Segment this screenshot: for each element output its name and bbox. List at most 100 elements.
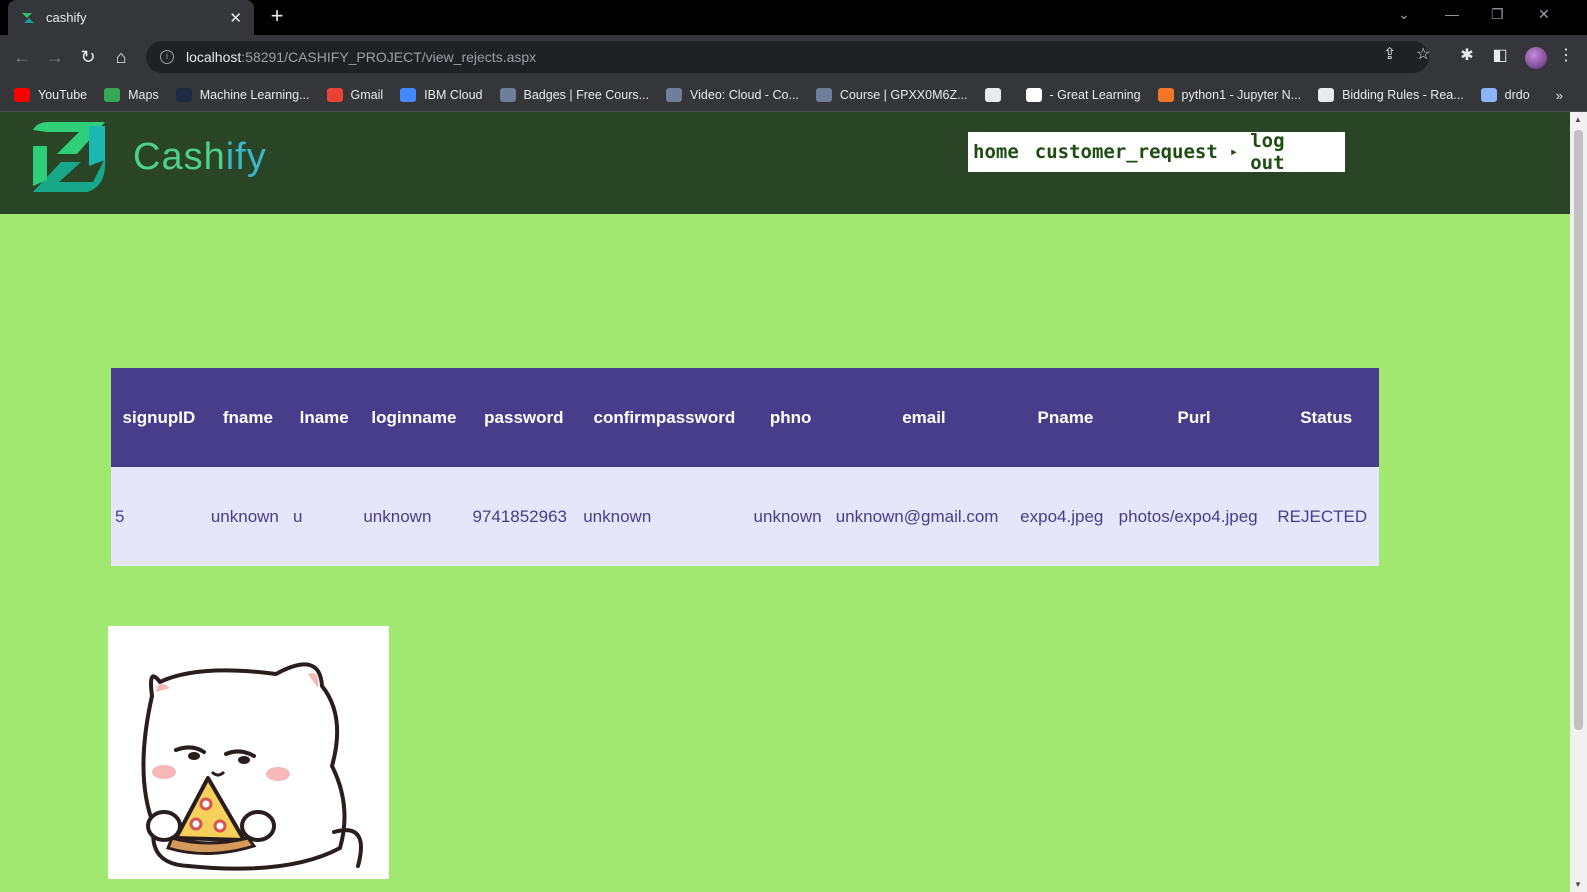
bookmark-item[interactable]: Video: Cloud - Co... xyxy=(666,88,799,102)
bookmark-item[interactable]: python1 - Jupyter N... xyxy=(1157,88,1302,102)
menu-customer-request-link[interactable]: customer_request xyxy=(1035,141,1218,163)
column-header: email xyxy=(831,368,1017,467)
table-cell: unknown xyxy=(749,467,832,566)
cashify-favicon-icon xyxy=(20,10,36,26)
page-viewport: Cashify home customer_request ▸ log out … xyxy=(0,112,1570,892)
back-icon[interactable]: ← xyxy=(10,45,34,69)
bookmark-item[interactable] xyxy=(984,88,1009,102)
column-header: Pname xyxy=(1016,368,1115,467)
brand-name: Cashify xyxy=(133,136,267,179)
scroll-up-icon[interactable]: ▲ xyxy=(1574,115,1582,124)
share-icon[interactable]: ⇪ xyxy=(1383,44,1396,64)
menu-logout-link[interactable]: log out xyxy=(1250,130,1329,174)
bookmark-item[interactable]: IBM Cloud xyxy=(400,88,483,102)
scroll-down-icon[interactable]: ▼ xyxy=(1574,880,1582,889)
bookmark-item[interactable]: YouTube xyxy=(14,88,87,102)
bookmark-favicon-icon xyxy=(175,88,192,102)
column-header: lname xyxy=(288,368,360,467)
bookmark-favicon-icon xyxy=(14,88,30,102)
bookmark-favicon-icon xyxy=(1480,88,1497,102)
bookmark-label: python1 - Jupyter N... xyxy=(1181,88,1302,102)
bookmark-label: Badges | Free Cours... xyxy=(523,88,650,102)
reload-icon[interactable]: ↻ xyxy=(76,45,100,69)
site-info-icon[interactable]: i xyxy=(160,50,174,64)
url-path: :58291/CASHIFY_PROJECT/view_rejects.aspx xyxy=(241,49,537,65)
bookmark-label: drdo xyxy=(1504,88,1530,102)
restore-icon[interactable]: ❐ xyxy=(1491,6,1504,23)
bookmark-item[interactable]: Course | GPXX0M6Z... xyxy=(815,88,968,102)
bookmark-item[interactable]: Machine Learning... xyxy=(175,88,310,102)
bookmark-item[interactable]: drdo xyxy=(1480,88,1530,102)
rejects-table: signupID fname lname loginname password confi… xyxy=(111,368,1379,566)
table-cell: 5 xyxy=(111,467,207,566)
menu-dots-icon[interactable]: ⋮ xyxy=(1555,45,1577,67)
top-menu: home customer_request ▸ log out xyxy=(968,130,1345,174)
column-header: phno xyxy=(749,368,832,467)
brand-part1: Cash xyxy=(133,136,226,178)
bookmarks-overflow-icon[interactable]: » xyxy=(1556,88,1563,103)
bookmark-favicon-icon xyxy=(984,88,1001,102)
close-window-icon[interactable]: ✕ xyxy=(1538,6,1550,23)
submenu-arrow-icon[interactable]: ▸ xyxy=(1230,144,1238,160)
profile-avatar[interactable] xyxy=(1525,47,1547,69)
bookmark-item[interactable]: - Great Learning xyxy=(1025,88,1141,102)
table-cell: REJECTED xyxy=(1273,467,1379,566)
minimize-icon[interactable]: — xyxy=(1445,6,1459,22)
browser-tab[interactable]: cashify ✕ xyxy=(8,0,254,35)
table-cell: expo4.jpeg xyxy=(1016,467,1115,566)
scrollbar-thumb[interactable] xyxy=(1574,130,1583,730)
table-cell: 9741852963 xyxy=(468,467,580,566)
close-tab-icon[interactable]: ✕ xyxy=(229,9,242,27)
extensions-icon[interactable]: ✱ xyxy=(1456,45,1478,67)
table-row: 5 unknown u unknown 9741852963 unknown unknown… xyxy=(111,467,1379,566)
site-header: Cashify home customer_request ▸ log out xyxy=(0,112,1570,214)
column-header: signupID xyxy=(111,368,207,467)
bookmark-favicon-icon xyxy=(499,88,516,102)
page-scrollbar[interactable]: ▲ ▼ xyxy=(1570,112,1587,892)
browser-tab-bar: cashify ✕ + ⌄ — ❐ ✕ xyxy=(0,0,1587,35)
bookmark-label: Course | GPXX0M6Z... xyxy=(839,88,968,102)
bookmark-label: Gmail xyxy=(350,88,384,102)
bookmark-label: Video: Cloud - Co... xyxy=(690,88,799,102)
column-header: confirmpassword xyxy=(579,368,750,467)
bookmark-favicon-icon xyxy=(815,88,832,102)
bookmark-item[interactable]: Bidding Rules - Rea... xyxy=(1318,88,1464,102)
table-cell: unknown xyxy=(359,467,469,566)
table-cell: u xyxy=(288,467,360,566)
bookmarks-bar: YouTube Maps Machine Learning... Gmail IBM C… xyxy=(0,79,1587,112)
bookmark-label: YouTube xyxy=(38,88,88,102)
table-header-row: signupID fname lname loginname password confi… xyxy=(111,368,1379,467)
brand-part2: ify xyxy=(225,136,267,178)
column-header: loginname xyxy=(359,368,469,467)
url-host: localhost xyxy=(186,49,242,65)
tab-title: cashify xyxy=(46,10,87,25)
bookmark-favicon-icon xyxy=(1157,88,1174,102)
tab-search-icon[interactable]: ⌄ xyxy=(1398,6,1410,23)
bookmark-label: Maps xyxy=(128,88,159,102)
bookmark-favicon-icon xyxy=(1318,88,1335,102)
bookmark-star-icon[interactable]: ☆ xyxy=(1416,44,1430,64)
table-cell: unknown xyxy=(579,467,750,566)
bookmark-favicon-icon xyxy=(104,88,121,102)
cashify-logo-icon xyxy=(27,120,111,196)
bookmark-favicon-icon xyxy=(1025,88,1042,102)
table-cell: photos/expo4.jpeg xyxy=(1114,467,1274,566)
bookmark-label: Bidding Rules - Rea... xyxy=(1342,88,1464,102)
bookmark-item[interactable]: Gmail xyxy=(326,88,384,102)
bookmark-item[interactable]: Maps xyxy=(104,88,159,102)
bookmark-item[interactable]: Badges | Free Cours... xyxy=(499,88,650,102)
bookmark-favicon-icon xyxy=(666,88,683,102)
home-icon[interactable]: ⌂ xyxy=(109,45,133,69)
address-bar[interactable]: i localhost:58291/CASHIFY_PROJECT/view_r… xyxy=(146,41,1429,73)
menu-home-link[interactable]: home xyxy=(973,141,1019,163)
column-header: Purl xyxy=(1114,368,1274,467)
bookmark-favicon-icon xyxy=(326,88,343,102)
side-panel-icon[interactable]: ◧ xyxy=(1489,45,1511,67)
forward-icon[interactable]: → xyxy=(43,45,67,69)
column-header: password xyxy=(468,368,580,467)
table-cell: unknown xyxy=(206,467,289,566)
column-header: fname xyxy=(206,368,289,467)
new-tab-button[interactable]: + xyxy=(266,5,288,29)
browser-toolbar: ← → ↻ ⌂ i localhost:58291/CASHIFY_PROJEC… xyxy=(0,35,1587,79)
bookmark-label: Machine Learning... xyxy=(199,88,310,102)
